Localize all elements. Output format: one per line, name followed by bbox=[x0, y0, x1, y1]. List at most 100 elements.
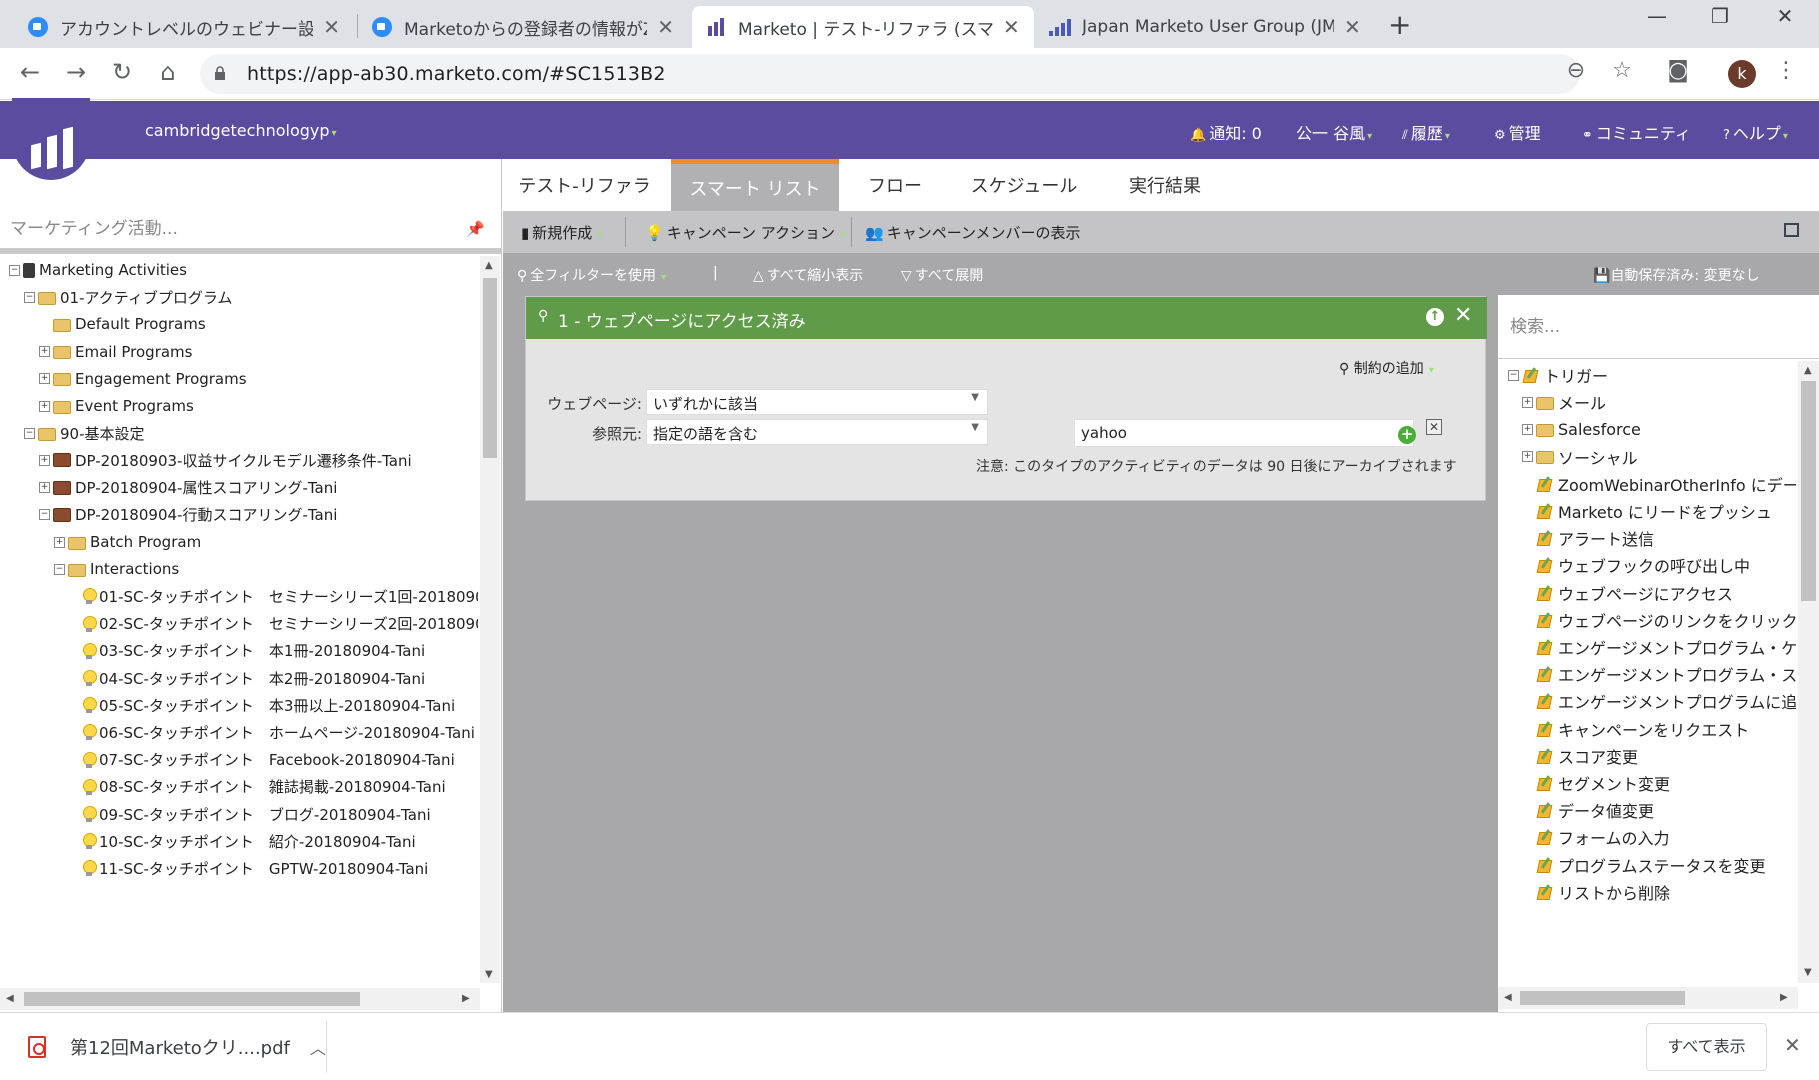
tree-item[interactable]: + DP-20180903-収益サイクルモデル遷移条件-Tani bbox=[39, 446, 412, 474]
filter-header[interactable]: ⚲ 1 - ウェブページにアクセス済み ↑ ✕ bbox=[526, 297, 1487, 339]
admin-link[interactable]: ⚙ 管理 bbox=[1494, 120, 1541, 144]
trigger-item[interactable]: + メール bbox=[1522, 388, 1606, 416]
back-icon[interactable]: ← bbox=[14, 58, 46, 86]
download-item[interactable]: 第12回Marketoクリ....pdf ︿ bbox=[28, 1027, 326, 1067]
close-tab-icon[interactable]: ✕ bbox=[1344, 15, 1361, 39]
add-value-icon[interactable]: + bbox=[1398, 426, 1416, 444]
collapse-node-icon[interactable]: − bbox=[1508, 369, 1519, 381]
show-all-downloads-button[interactable]: すべて表示 bbox=[1646, 1023, 1767, 1071]
scroll-up-icon[interactable]: ▲ bbox=[485, 260, 493, 271]
trigger-vertical-scrollbar[interactable]: ▲ ▼ bbox=[1798, 361, 1819, 983]
tab-smart-list[interactable]: スマート リスト bbox=[671, 159, 839, 211]
scroll-up-icon[interactable]: ▲ bbox=[1804, 365, 1812, 376]
trigger-item[interactable]: アラート送信 bbox=[1522, 524, 1654, 552]
trigger-item[interactable]: + ソーシャル bbox=[1522, 443, 1638, 471]
trigger-item[interactable]: スコア変更 bbox=[1522, 742, 1638, 770]
pin-icon[interactable]: 📌 bbox=[466, 220, 485, 238]
close-tab-icon[interactable]: ✕ bbox=[657, 15, 674, 39]
tree-item[interactable]: 10-SC-タッチポイント 紹介-20180904-Tani bbox=[69, 827, 416, 855]
close-tab-icon[interactable]: ✕ bbox=[323, 15, 340, 39]
tree-item[interactable]: Default Programs bbox=[39, 310, 206, 338]
tree-item[interactable]: 06-SC-タッチポイント ホームページ-20180904-Tani bbox=[69, 718, 475, 746]
tree-item[interactable]: 07-SC-タッチポイント Facebook-20180904-Tani bbox=[69, 746, 455, 774]
tree-item[interactable]: 04-SC-タッチポイント 本2冊-20180904-Tani bbox=[69, 664, 425, 692]
tree-item[interactable]: 05-SC-タッチポイント 本3冊以上-20180904-Tani bbox=[69, 691, 455, 719]
close-tab-icon[interactable]: ✕ bbox=[1003, 15, 1020, 39]
expand-node-icon[interactable]: + bbox=[1522, 451, 1533, 463]
trigger-item[interactable]: − トリガー bbox=[1508, 361, 1608, 389]
trigger-item[interactable]: ZoomWebinarOtherInfo にデータ追加 bbox=[1522, 470, 1796, 498]
clear-value-icon[interactable]: ✕ bbox=[1426, 419, 1442, 435]
view-members-button[interactable]: 👥 キャンペーンメンバーの表示 bbox=[865, 222, 1081, 243]
trigger-item[interactable]: ウェブページのリンクをクリック bbox=[1522, 606, 1796, 634]
tab-results[interactable]: 実行結果 bbox=[1101, 159, 1229, 211]
tree-item[interactable]: + Batch Program bbox=[54, 528, 201, 556]
expand-node-icon[interactable]: + bbox=[54, 536, 65, 548]
collapse-node-icon[interactable]: − bbox=[9, 264, 20, 276]
use-all-filters-menu[interactable]: ⚲ 全フィルターを使用 ▾ bbox=[517, 265, 666, 285]
trigger-item[interactable]: ウェブフックの呼び出し中 bbox=[1522, 551, 1750, 579]
move-up-icon[interactable]: ↑ bbox=[1426, 308, 1444, 326]
scroll-right-icon[interactable]: ▶ bbox=[462, 993, 470, 1004]
tree-item[interactable]: + Event Programs bbox=[39, 392, 194, 420]
referrer-value-input[interactable]: yahoo bbox=[1074, 419, 1414, 447]
trigger-item[interactable]: エンゲージメントプログラム・ストリーム変更 bbox=[1522, 660, 1796, 688]
browser-tab-jmug[interactable]: Japan Marketo User Group (JMUG ✕ bbox=[1036, 6, 1376, 48]
camera-icon[interactable]: ◙ bbox=[1662, 58, 1694, 83]
new-tab-icon[interactable]: + bbox=[1388, 8, 1411, 41]
tree-item[interactable]: + DP-20180904-属性スコアリング-Tani bbox=[39, 474, 337, 502]
tree-item[interactable]: 09-SC-タッチポイント ブログ-20180904-Tani bbox=[69, 800, 431, 828]
trigger-item[interactable]: ウェブページにアクセス bbox=[1522, 579, 1733, 607]
minimize-icon[interactable]: — bbox=[1637, 4, 1677, 28]
expand-all-button[interactable]: ▽ すべて展開 bbox=[901, 265, 983, 285]
tree-item[interactable]: + Email Programs bbox=[39, 338, 193, 366]
referrer-operator-select[interactable]: 指定の語を含む ▼ bbox=[646, 419, 988, 445]
marketo-logo[interactable] bbox=[12, 90, 90, 188]
url-bar[interactable]: https://app-ab30.marketo.com/#SC1513B2 bbox=[200, 54, 1580, 94]
expand-node-icon[interactable]: + bbox=[1522, 423, 1533, 435]
trigger-item[interactable]: Marketo にリードをプッシュ bbox=[1522, 497, 1772, 525]
new-button[interactable]: ▮ 新規作成 ▾ bbox=[521, 222, 602, 243]
tab-flow[interactable]: フロー bbox=[843, 159, 947, 211]
campaign-actions-button[interactable]: 💡 キャンペーン アクション ▾ bbox=[645, 222, 845, 243]
tree-item[interactable]: 11-SC-タッチポイント GPTW-20180904-Tani bbox=[69, 854, 428, 882]
add-constraint-button[interactable]: ⚲ 制約の追加 ▾ bbox=[1339, 358, 1434, 378]
tree-item[interactable]: 01-SC-タッチポイント セミナーシリーズ1回-20180904-Tani bbox=[69, 582, 478, 610]
webpage-select[interactable]: いずれかに該当 ▼ bbox=[646, 389, 988, 415]
zoom-out-icon[interactable]: ⊖ bbox=[1560, 58, 1592, 83]
scroll-right-icon[interactable]: ▶ bbox=[1780, 992, 1788, 1003]
notifications-link[interactable]: 🔔 通知: 0 bbox=[1190, 120, 1262, 144]
scrollbar-thumb[interactable] bbox=[24, 992, 360, 1006]
trigger-item[interactable]: エンゲージメントプログラム・ケイデンス変更 bbox=[1522, 633, 1796, 661]
collapse-node-icon[interactable]: − bbox=[24, 291, 35, 303]
collapse-all-button[interactable]: △ すべて縮小表示 bbox=[753, 265, 863, 285]
tab-campaign-summary[interactable]: テスト-リファラ bbox=[503, 159, 666, 211]
scrollbar-thumb[interactable] bbox=[483, 278, 497, 458]
home-icon[interactable]: ⌂ bbox=[152, 58, 184, 86]
collapse-node-icon[interactable]: − bbox=[54, 563, 65, 575]
scroll-left-icon[interactable]: ◀ bbox=[6, 993, 14, 1004]
profile-avatar[interactable]: k bbox=[1728, 60, 1756, 88]
trigger-item[interactable]: フォームの入力 bbox=[1522, 823, 1670, 851]
trigger-item[interactable]: キャンペーンをリクエスト bbox=[1522, 715, 1749, 743]
user-menu[interactable]: 公一 谷風 ▾ bbox=[1296, 120, 1372, 144]
tree-item[interactable]: + Engagement Programs bbox=[39, 365, 247, 393]
browser-menu-icon[interactable]: ⋮ bbox=[1770, 58, 1802, 83]
close-download-shelf-icon[interactable]: ✕ bbox=[1784, 1033, 1801, 1057]
help-menu[interactable]: ? ヘルプ ▾ bbox=[1723, 120, 1788, 144]
tree-item[interactable]: − 90-基本設定 bbox=[24, 419, 145, 447]
activity-search-input[interactable] bbox=[10, 219, 450, 239]
scroll-down-icon[interactable]: ▼ bbox=[1804, 967, 1812, 978]
reload-icon[interactable]: ↻ bbox=[106, 58, 138, 86]
tree-item[interactable]: 03-SC-タッチポイント 本1冊-20180904-Tani bbox=[69, 637, 425, 665]
expand-node-icon[interactable]: + bbox=[39, 373, 50, 385]
expand-node-icon[interactable]: + bbox=[39, 346, 50, 358]
scroll-down-icon[interactable]: ▼ bbox=[485, 969, 493, 980]
tab-schedule[interactable]: スケジュール bbox=[947, 159, 1101, 211]
tree-item[interactable]: 08-SC-タッチポイント 雑誌掲載-20180904-Tani bbox=[69, 773, 446, 801]
history-menu[interactable]: ⫽ 履歴 ▾ bbox=[1402, 120, 1450, 144]
window-toggle-icon[interactable] bbox=[1784, 223, 1799, 237]
expand-node-icon[interactable]: + bbox=[39, 400, 50, 412]
scrollbar-thumb[interactable] bbox=[1520, 991, 1685, 1005]
tree-horizontal-scrollbar[interactable]: ◀ ▶ bbox=[0, 988, 480, 1010]
